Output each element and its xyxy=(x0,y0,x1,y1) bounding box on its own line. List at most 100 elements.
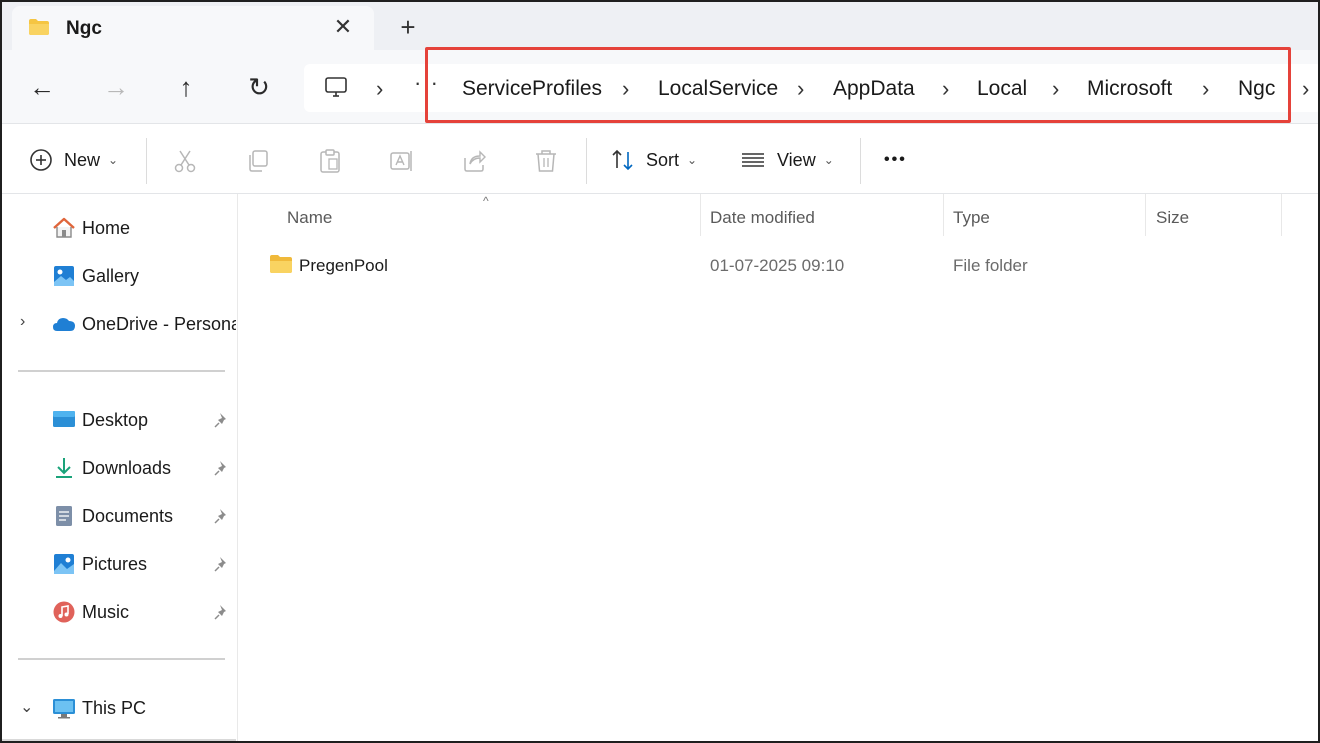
breadcrumb-separator[interactable]: › xyxy=(1202,76,1209,102)
sidebar-item-desktop[interactable]: Desktop xyxy=(2,400,238,440)
new-label: New xyxy=(64,149,101,170)
column-divider[interactable] xyxy=(1281,194,1282,236)
sidebar-item-label: Gallery xyxy=(82,266,140,286)
column-header-type[interactable]: Type xyxy=(953,208,990,228)
sidebar-item-pictures[interactable]: Pictures xyxy=(2,544,238,584)
divider xyxy=(860,138,861,184)
desktop-icon xyxy=(53,411,75,427)
breadcrumb-separator[interactable]: › xyxy=(797,76,804,102)
gallery-icon xyxy=(54,266,74,286)
column-header-size[interactable]: Size xyxy=(1156,208,1189,228)
breadcrumb-separator[interactable]: › xyxy=(942,76,949,102)
sidebar-item-label: Pictures xyxy=(82,554,148,574)
sidebar-item-gallery[interactable]: Gallery xyxy=(2,256,238,296)
tab-ngc[interactable]: Ngc ✕ xyxy=(12,6,374,50)
sidebar-item-label: This PC xyxy=(82,698,147,718)
view-button[interactable]: View ⌄ xyxy=(740,144,834,176)
breadcrumb-ngc[interactable]: Ngc xyxy=(1238,77,1275,101)
copy-icon[interactable] xyxy=(245,148,271,174)
forward-button[interactable]: → xyxy=(96,68,136,108)
file-date-modified: 01-07-2025 09:10 xyxy=(710,256,845,275)
tab-title: Ngc xyxy=(66,18,102,39)
column-header-name[interactable]: Name xyxy=(287,208,332,228)
pin-icon[interactable] xyxy=(214,460,230,476)
sidebar-item-label: Desktop xyxy=(82,410,149,430)
divider xyxy=(146,138,147,184)
back-button[interactable]: ← xyxy=(22,68,62,108)
divider xyxy=(586,138,587,184)
music-icon xyxy=(53,601,75,623)
pin-icon[interactable] xyxy=(214,604,230,620)
this-pc-icon xyxy=(53,699,75,719)
breadcrumb-appdata[interactable]: AppData xyxy=(833,77,915,101)
monitor-icon[interactable] xyxy=(324,76,348,98)
file-explorer-window: Ngc ✕ + ← → ↑ ↻ › ··· ServiceProfiles › … xyxy=(0,0,1320,743)
view-icon xyxy=(742,153,764,167)
chevron-down-icon[interactable]: ⌄ xyxy=(20,697,33,717)
column-divider[interactable] xyxy=(700,194,701,236)
sidebar-item-label: Home xyxy=(82,218,131,238)
sidebar-item-label: Downloads xyxy=(82,458,172,478)
chevron-down-icon: ⌄ xyxy=(823,153,834,167)
chevron-down-icon: ⌄ xyxy=(687,153,698,167)
file-list: ^ Name Date modified Type Size PregenPoo… xyxy=(239,194,1318,741)
breadcrumb-more-button[interactable]: ··· xyxy=(414,70,439,96)
breadcrumb-separator[interactable]: › xyxy=(376,76,383,102)
rename-icon[interactable] xyxy=(389,148,415,174)
sidebar-divider xyxy=(18,370,225,372)
pictures-icon xyxy=(54,554,74,574)
delete-icon[interactable] xyxy=(533,148,559,174)
column-divider[interactable] xyxy=(943,194,944,236)
sort-indicator-icon: ^ xyxy=(483,194,489,208)
sidebar-divider xyxy=(18,658,225,660)
sidebar-item-home[interactable]: Home xyxy=(2,208,238,248)
share-icon[interactable] xyxy=(461,148,487,174)
breadcrumb-separator[interactable]: › xyxy=(622,76,629,102)
add-circle-icon xyxy=(30,149,52,171)
sort-button[interactable]: Sort ⌄ xyxy=(610,144,697,176)
folder-icon xyxy=(29,19,49,35)
view-label: View xyxy=(777,149,816,170)
new-button[interactable]: New ⌄ xyxy=(28,144,118,176)
paste-icon[interactable] xyxy=(317,148,343,174)
refresh-button[interactable]: ↻ xyxy=(239,68,279,108)
chevron-down-icon: ⌄ xyxy=(108,153,119,167)
sidebar-item-music[interactable]: Music xyxy=(2,592,238,632)
downloads-icon xyxy=(56,458,72,478)
up-button[interactable]: ↑ xyxy=(166,68,206,108)
cut-icon[interactable] xyxy=(172,148,198,174)
sidebar-item-documents[interactable]: Documents xyxy=(2,496,238,536)
breadcrumb-local[interactable]: Local xyxy=(977,77,1027,101)
breadcrumb-separator[interactable]: › xyxy=(1302,76,1309,102)
home-icon xyxy=(53,217,75,238)
folder-icon xyxy=(270,255,292,273)
sort-label: Sort xyxy=(646,149,680,170)
navigation-pane: Home Gallery › OneDrive - Personal Deskt… xyxy=(2,194,238,741)
sidebar-scrollbar[interactable] xyxy=(2,739,236,741)
navigation-bar: ← → ↑ ↻ › ··· ServiceProfiles › LocalSer… xyxy=(2,50,1318,124)
address-bar[interactable]: › ··· ServiceProfiles › LocalService › A… xyxy=(304,64,1318,112)
breadcrumb-localservice[interactable]: LocalService xyxy=(658,77,778,101)
pin-icon[interactable] xyxy=(214,556,230,572)
sidebar-item-downloads[interactable]: Downloads xyxy=(2,448,238,488)
sort-icon xyxy=(612,149,633,171)
see-more-button[interactable]: ••• xyxy=(884,144,907,176)
sidebar-item-label: OneDrive - Personal xyxy=(82,314,236,334)
pin-icon[interactable] xyxy=(214,508,230,524)
table-row[interactable]: PregenPool 01-07-2025 09:10 File folder xyxy=(263,246,1303,286)
command-bar: New ⌄ Sort ⌄ View ⌄ ••• xyxy=(2,124,1318,194)
breadcrumb-separator[interactable]: › xyxy=(1052,76,1059,102)
sidebar-item-this-pc[interactable]: ⌄ This PC xyxy=(2,688,238,728)
chevron-right-icon[interactable]: › xyxy=(20,313,25,331)
sidebar-item-onedrive[interactable]: › OneDrive - Personal xyxy=(2,304,238,344)
pin-icon[interactable] xyxy=(214,412,230,428)
column-header-date-modified[interactable]: Date modified xyxy=(710,208,815,228)
close-tab-button[interactable]: ✕ xyxy=(328,12,358,42)
sidebar-item-label: Documents xyxy=(82,506,174,526)
breadcrumb-microsoft[interactable]: Microsoft xyxy=(1087,77,1172,101)
sidebar-item-label: Music xyxy=(82,602,130,622)
column-divider[interactable] xyxy=(1145,194,1146,236)
new-tab-button[interactable]: + xyxy=(392,12,424,44)
breadcrumb-serviceprofiles[interactable]: ServiceProfiles xyxy=(462,77,602,101)
onedrive-icon xyxy=(53,318,75,331)
